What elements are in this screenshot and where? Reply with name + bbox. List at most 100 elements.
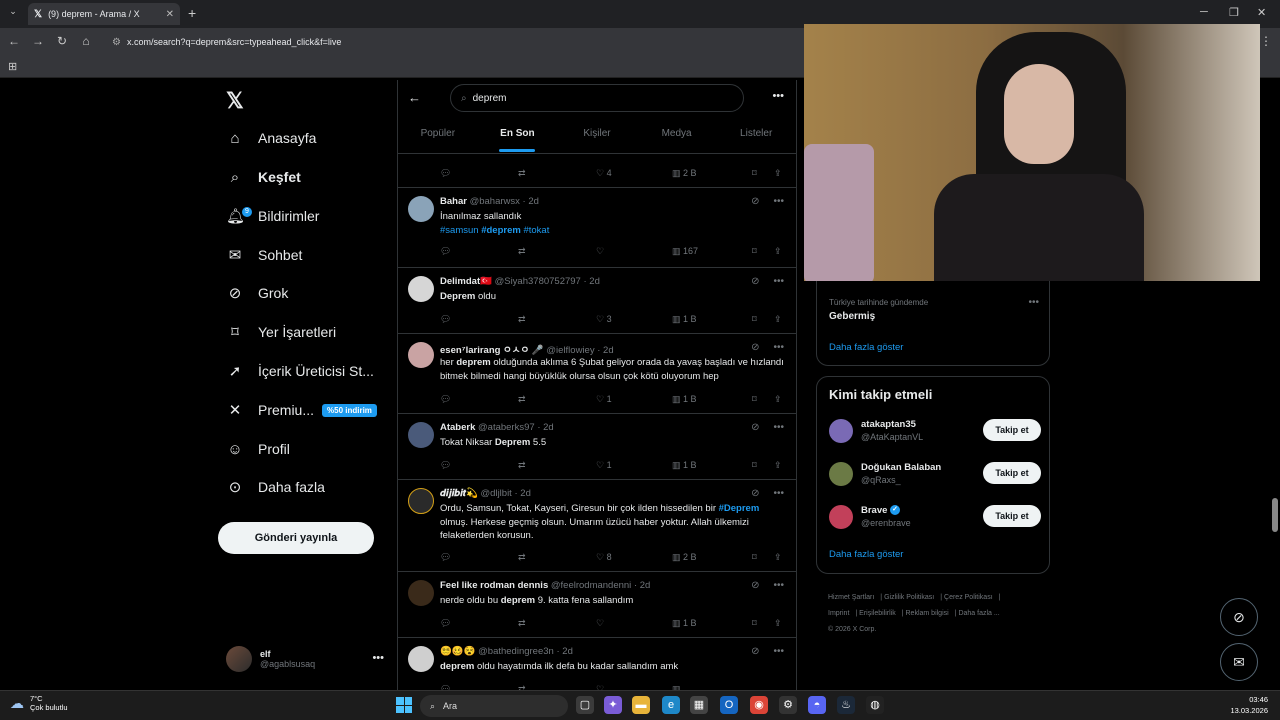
search-input[interactable]: ⌕ deprem [450,84,744,112]
nav-chat[interactable]: ✉ Sohbet [226,241,303,269]
back-arrow-icon[interactable]: ← [408,90,421,105]
bookmark-icon[interactable]: ⌑ [752,246,757,257]
tweet-handle[interactable]: @Siyah3780752797 [495,276,581,287]
tab-media[interactable]: Medya [637,118,717,154]
more-dots-icon[interactable]: ••• [773,580,784,591]
more-dots-icon[interactable]: ••• [773,422,784,433]
tweet-author[interactable]: esen⁷larirang ㅇㅅㅇ 🎤 [440,345,544,356]
tweet[interactable]: esen⁷larirang ㅇㅅㅇ 🎤 @ielflowiey · 2d ⊘ ••… [398,334,796,414]
share-icon[interactable]: ⇪ [774,246,782,257]
windows-start-icon[interactable] [396,697,412,713]
file-explorer-icon[interactable]: ▬ [632,696,650,714]
grok-icon[interactable]: ⊘ [751,276,759,287]
follow-button[interactable]: Takip et [983,419,1041,441]
reply-icon[interactable]: 💬︎ [440,246,451,257]
more-dots-icon[interactable]: ••• [773,196,784,207]
more-dots-icon[interactable]: ••• [773,646,784,657]
like-button[interactable]: ♡ 1 [596,460,612,471]
url-field[interactable]: ⚙ x.com/search?q=deprem&src=typeahead_cl… [104,32,804,52]
share-icon[interactable]: ⇪ [774,618,782,629]
x-logo-icon[interactable]: 𝕏 [226,88,244,114]
share-icon[interactable]: ⇪ [774,552,782,563]
browser-tab[interactable]: 𝕏 (9) deprem - Arama / X ✕ [28,3,180,25]
share-icon[interactable]: ⇪ [774,314,782,325]
footer-link[interactable]: Erişilebilirlik [859,610,896,617]
follow-suggestion[interactable]: Doğukan Balaban @qRaxs_ Takip et [829,460,1041,490]
reload-icon[interactable]: ↻ [54,34,70,48]
nav-premium[interactable]: ✕ Premiu... [226,396,314,424]
post-button[interactable]: Gönderi yayınla [218,522,374,554]
retweet-icon[interactable]: ⇄ [518,168,526,179]
grok-icon[interactable]: ⊘ [751,342,759,353]
taskbar-search[interactable]: ⌕ Ara [420,695,568,717]
views-stat[interactable]: ▥ 167 [672,246,698,257]
tab-close-icon[interactable]: ✕ [166,9,174,20]
more-dots-icon[interactable]: ••• [1028,297,1039,308]
scrollbar-thumb[interactable] [1272,498,1278,532]
tweet-author[interactable]: Ataberk [440,422,475,433]
follow-button[interactable]: Takip et [983,462,1041,484]
bookmark-icon[interactable]: ⌑ [752,552,757,563]
bookmark-icon[interactable]: ⌑ [752,394,757,405]
hashtag[interactable]: #samsun [440,225,479,236]
retweet-icon[interactable]: ⇄ [518,314,526,325]
tab-lists[interactable]: Listeler [716,118,796,154]
forward-icon[interactable]: → [30,34,46,48]
more-dots-icon[interactable]: ••• [773,342,784,353]
more-dots-icon[interactable]: ••• [772,90,784,102]
tweet[interactable]: Bahar @baharwsx · 2d ⊘ ••• İnanılmaz sall… [398,188,796,268]
tweet-author[interactable]: 😵‍💫🥴😵 [440,646,476,657]
tab-list-chevron-icon[interactable]: ⌄ [5,6,21,22]
share-icon[interactable]: ⇪ [774,394,782,405]
account-switcher[interactable]: elf @agablsusaq ••• [226,642,396,676]
tweet-author[interactable]: Feel like rodman dennis [440,580,548,591]
views-stat[interactable]: ▥ 2 B [672,552,697,563]
retweet-icon[interactable]: ⇄ [518,552,526,563]
messages-float-icon[interactable]: ✉ [1220,643,1258,681]
follow-suggestion[interactable]: Brave ✓ @erenbrave Takip et [829,503,1041,533]
grok-icon[interactable]: ⊘ [751,580,759,591]
nav-grok[interactable]: ⊘ Grok [226,279,289,307]
edge-icon[interactable]: e [662,696,680,714]
nav-creator-studio[interactable]: ➚ İçerik Üreticisi St... [226,357,374,385]
views-stat[interactable]: ▥ 1 B [672,314,697,325]
like-button[interactable]: ♡ [596,246,604,257]
more-dots-icon[interactable]: ••• [773,276,784,287]
footer-link[interactable]: Imprint [828,610,849,617]
trend-item[interactable]: Gebermiş [829,311,875,322]
settings-icon[interactable]: ⚙ [779,696,797,714]
reply-icon[interactable]: 💬︎ [440,168,451,179]
share-icon[interactable]: ⇪ [774,168,782,179]
tweet-author[interactable]: 𝒅𝒊𝒋𝒊𝒃𝒊𝒕💫 [440,488,478,499]
tweet[interactable]: 😵‍💫🥴😵 @bathedingree3n · 2d ⊘ ••• deprem o… [398,638,796,690]
tweet-partial[interactable]: 💬︎ ⇄ ♡ 4 ▥ 2 B ⌑ ⇪ [398,154,796,188]
views-stat[interactable]: ▥ 1 B [672,394,697,405]
discord-icon[interactable]: ◓ [808,696,826,714]
nav-notifications[interactable]: 🔔︎ 9 Bildirimler [226,202,319,230]
reply-icon[interactable]: 💬︎ [440,314,451,325]
tweet-time[interactable]: 2d [543,422,554,433]
more-dots-icon[interactable]: ••• [372,652,384,664]
new-tab-plus-icon[interactable]: + [188,5,196,21]
store-icon[interactable]: ▦ [690,696,708,714]
bookmark-icon[interactable]: ⌑ [752,168,757,179]
apps-grid-icon[interactable]: ⊞ [8,60,17,73]
nav-profile[interactable]: ☺ Profil [226,435,290,463]
like-button[interactable]: ♡ 8 [596,552,612,563]
like-button[interactable]: ♡ 1 [596,394,612,405]
nav-more[interactable]: ⊙ Daha fazla [226,473,325,501]
views-stat[interactable]: ▥ 2 B [672,168,697,179]
retweet-icon[interactable]: ⇄ [518,460,526,471]
footer-link[interactable]: Gizlilik Politikası [884,594,934,601]
follow-suggestion[interactable]: atakaptan35 @AtaKaptanVL Takip et [829,417,1041,447]
tweet-handle[interactable]: @dljlbit [481,488,512,499]
tweet-time[interactable]: 2d [603,345,614,356]
like-button[interactable]: ♡ [596,618,604,629]
reply-icon[interactable]: 💬︎ [440,552,451,563]
tab-popular[interactable]: Popüler [398,118,478,154]
tweet-handle[interactable]: @bathedingree3n [478,646,554,657]
bookmark-icon[interactable]: ⌑ [752,618,757,629]
tab-latest[interactable]: En Son [478,118,558,154]
footer-link[interactable]: Daha fazla ... [958,610,999,617]
nav-bookmarks[interactable]: ⌑ Yer İşaretleri [226,318,336,346]
